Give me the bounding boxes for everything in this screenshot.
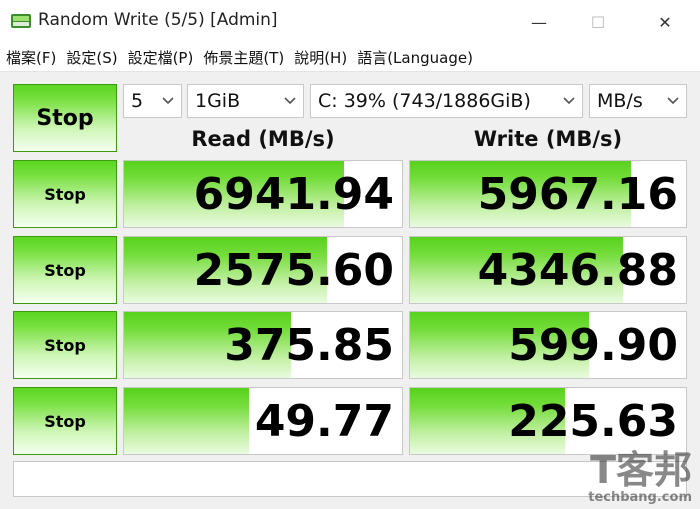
chevron-down-icon: [667, 97, 679, 105]
disk-app-icon: [11, 14, 31, 28]
menu-settings[interactable]: 設定(S): [62, 47, 121, 68]
drive-value: C: 39% (743/1886GiB): [318, 90, 531, 112]
read-result-cell: 2575.60: [123, 236, 403, 304]
test-size-select[interactable]: 1GiB: [187, 84, 304, 118]
watermark: T客邦 techbang.com: [588, 450, 692, 505]
unit-value: MB/s: [597, 90, 643, 112]
menu-bar: 檔案(F) 設定(S) 設定檔(P) 佈景主題(T) 說明(H) 語言(Lang…: [0, 44, 700, 72]
title-bar: Random Write (5/5) [Admin] — ☐ ✕: [0, 0, 700, 44]
write-result-cell: 4346.88: [409, 236, 687, 304]
row-stop-button[interactable]: Stop: [13, 387, 117, 455]
write-header: Write (MB/s): [473, 127, 623, 151]
close-button[interactable]: ✕: [642, 6, 688, 38]
test-count-select[interactable]: 5: [123, 84, 182, 118]
read-value: 6941.94: [193, 168, 394, 220]
status-bar: [13, 461, 687, 497]
read-result-cell: 6941.94: [123, 160, 403, 228]
minimize-button[interactable]: —: [516, 6, 562, 38]
read-value: 375.85: [224, 319, 394, 371]
read-header: Read (MB/s): [191, 127, 335, 151]
row-stop-button[interactable]: Stop: [13, 311, 117, 379]
watermark-site: techbang.com: [588, 490, 692, 505]
menu-file[interactable]: 檔案(F): [2, 47, 60, 68]
drive-select[interactable]: C: 39% (743/1886GiB): [310, 84, 583, 118]
maximize-button[interactable]: ☐: [575, 6, 621, 38]
menu-theme[interactable]: 佈景主題(T): [199, 47, 288, 68]
write-result-cell: 5967.16: [409, 160, 687, 228]
row-stop-button[interactable]: Stop: [13, 160, 117, 228]
row-stop-button[interactable]: Stop: [13, 236, 117, 304]
test-count-value: 5: [131, 90, 144, 112]
write-value: 599.90: [508, 319, 678, 371]
chevron-down-icon: [563, 97, 575, 105]
write-result-cell: 599.90: [409, 311, 687, 379]
main-stop-button[interactable]: Stop: [13, 84, 117, 152]
window-title: Random Write (5/5) [Admin]: [38, 10, 278, 30]
read-result-cell: 375.85: [123, 311, 403, 379]
chevron-down-icon: [162, 97, 174, 105]
read-progress-bar: [124, 388, 250, 454]
menu-profile[interactable]: 設定檔(P): [124, 47, 198, 68]
watermark-logo: T客邦: [590, 448, 692, 492]
write-result-cell: 225.63: [409, 387, 687, 455]
unit-select[interactable]: MB/s: [589, 84, 687, 118]
read-value: 49.77: [254, 395, 394, 447]
write-value: 225.63: [508, 395, 678, 447]
chevron-down-icon: [284, 97, 296, 105]
menu-help[interactable]: 說明(H): [290, 47, 351, 68]
read-result-cell: 49.77: [123, 387, 403, 455]
read-value: 2575.60: [193, 244, 394, 296]
test-size-value: 1GiB: [195, 90, 241, 112]
write-value: 4346.88: [477, 244, 678, 296]
write-value: 5967.16: [477, 168, 678, 220]
menu-language[interactable]: 語言(Language): [353, 47, 477, 68]
